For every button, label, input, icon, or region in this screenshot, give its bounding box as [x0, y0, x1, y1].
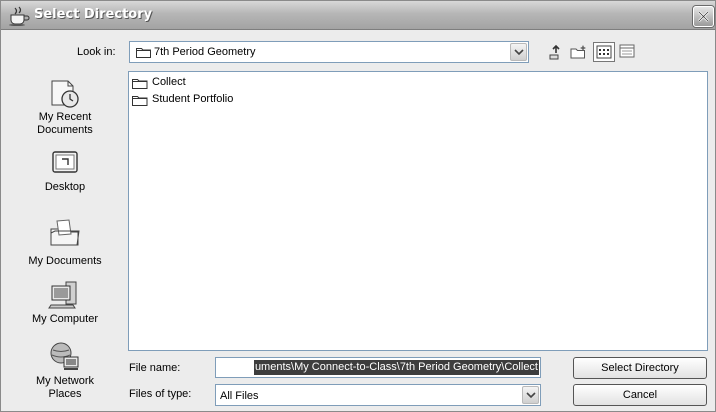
file-name-text: Student Portfolio: [152, 93, 234, 105]
create-new-folder-icon: [570, 45, 586, 59]
place-my-recent-documents[interactable]: My Recent Documents: [11, 77, 119, 137]
list-view-icon: [596, 45, 612, 59]
place-my-documents[interactable]: My Documents: [11, 217, 119, 268]
files-of-type-value: All Files: [220, 390, 259, 402]
place-label: Places: [48, 388, 82, 400]
files-of-type-combobox[interactable]: All Files: [215, 384, 541, 406]
select-directory-dialog: Select Directory Look in: 7th Period Geo…: [0, 0, 716, 412]
file-list[interactable]: Collect Student Portfolio: [128, 71, 708, 351]
create-new-folder-button[interactable]: [568, 42, 590, 62]
chevron-down-icon: [514, 49, 524, 56]
place-desktop[interactable]: Desktop: [11, 147, 119, 194]
details-view-button[interactable]: [617, 42, 639, 62]
folder-icon: [132, 96, 148, 106]
close-icon: [698, 11, 709, 22]
chevron-down-icon: [526, 392, 536, 399]
place-my-network-places[interactable]: My Network Places: [11, 341, 119, 401]
title-bar[interactable]: Select Directory: [1, 1, 715, 30]
desktop-icon: [52, 151, 78, 173]
file-name-label: File name:: [129, 362, 181, 374]
file-name-text: Collect: [152, 76, 186, 88]
folder-icon: [132, 79, 148, 89]
look-in-dropdown-button[interactable]: [510, 43, 527, 61]
details-view-icon: [619, 44, 635, 58]
my-computer-icon: [48, 281, 77, 309]
look-in-value: 7th Period Geometry: [154, 46, 256, 58]
recent-documents-icon: [51, 80, 79, 108]
close-button[interactable]: [693, 6, 714, 27]
folder-icon: [136, 48, 151, 58]
file-name-value: uments\My Connect-to-Class\7th Period Ge…: [253, 360, 539, 375]
place-label: My Network: [35, 375, 95, 387]
cancel-button[interactable]: Cancel: [573, 384, 707, 406]
up-one-level-icon: [549, 44, 560, 60]
java-cup-icon: [9, 6, 30, 26]
place-label: Desktop: [44, 181, 86, 193]
places-bar: My Recent Documents Desktop My Documents: [11, 71, 119, 405]
up-one-level-button[interactable]: [545, 42, 567, 62]
look-in-combobox[interactable]: 7th Period Geometry: [129, 41, 529, 63]
place-label: Documents: [37, 124, 93, 136]
window-title: Select Directory: [34, 7, 153, 22]
files-of-type-label: Files of type:: [129, 388, 192, 400]
select-directory-button[interactable]: Select Directory: [573, 357, 707, 379]
my-documents-icon: [50, 219, 80, 246]
place-label: My Documents: [28, 255, 102, 267]
network-places-icon: [50, 342, 79, 370]
place-label: My Recent: [38, 111, 92, 123]
files-of-type-dropdown-button[interactable]: [522, 386, 539, 404]
file-name-input[interactable]: uments\My Connect-to-Class\7th Period Ge…: [215, 357, 541, 378]
place-label: My Computer: [31, 313, 99, 325]
place-my-computer[interactable]: My Computer: [11, 279, 119, 326]
look-in-label: Look in:: [77, 46, 116, 58]
list-view-button[interactable]: [593, 42, 615, 62]
